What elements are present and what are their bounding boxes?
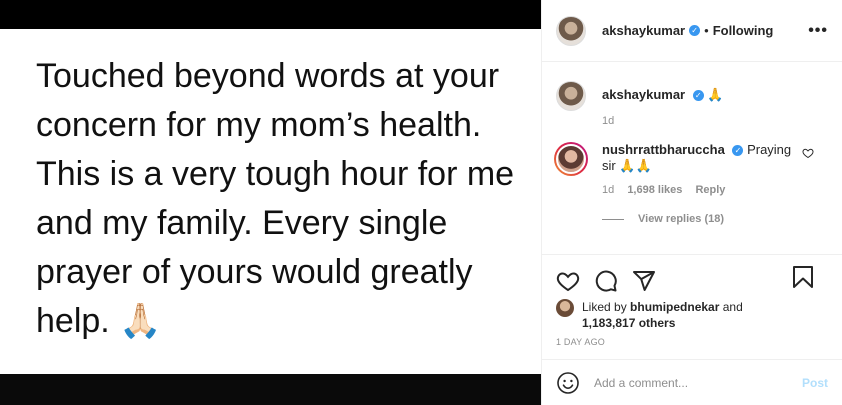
author-username[interactable]: akshaykumar <box>602 23 685 38</box>
caption-text: 🙏 <box>707 87 724 102</box>
likes-middle: and <box>722 300 743 314</box>
comment-row: nushrrattbharuccha ✓ Praying sir 🙏🙏 1d 1… <box>542 127 842 198</box>
view-replies-button[interactable]: View replies (18) <box>602 213 842 225</box>
verified-check-icon: ✓ <box>732 145 744 157</box>
post-media-bottom-strip <box>0 374 541 405</box>
comment-icon[interactable] <box>594 269 618 293</box>
post-media: Touched beyond words at your concern for… <box>0 0 541 405</box>
post-comment-button[interactable]: Post <box>802 376 828 390</box>
likes-summary: Liked by bhumipednekar and 1,183,817 oth… <box>542 297 842 331</box>
post-image-card: Touched beyond words at your concern for… <box>0 29 541 374</box>
likes-prefix: Liked by <box>582 300 627 314</box>
caption-username[interactable]: akshaykumar <box>602 87 685 102</box>
verified-check-icon: ✓ <box>692 90 704 102</box>
header-separator: • <box>704 23 709 38</box>
caption-avatar[interactable] <box>556 81 586 111</box>
caption-row: akshaykumar ✓ 🙏 1d <box>542 63 842 127</box>
liker-username[interactable]: bhumipednekar <box>630 300 719 314</box>
heart-icon[interactable] <box>556 269 580 293</box>
post-timestamp[interactable]: 1 DAY AGO <box>542 331 842 347</box>
comment-input[interactable] <box>594 375 794 390</box>
post-side-panel: akshaykumar ✓ • Following ••• akshaykuma… <box>541 0 842 405</box>
liker-avatar[interactable] <box>556 299 574 317</box>
caption-time[interactable]: 1d <box>602 115 724 127</box>
likes-others[interactable]: 1,183,817 others <box>582 316 675 330</box>
post-header: akshaykumar ✓ • Following ••• <box>542 0 842 62</box>
more-options-icon[interactable]: ••• <box>808 22 828 40</box>
commenter-avatar[interactable] <box>554 142 588 176</box>
comment-likes[interactable]: 1,698 likes <box>627 184 682 196</box>
view-replies-label[interactable]: View replies (18) <box>638 213 724 225</box>
comments-section[interactable]: akshaykumar ✓ 🙏 1d nushrrattbharuccha ✓ … <box>542 63 842 254</box>
verified-check-icon: ✓ <box>689 25 701 36</box>
add-comment-bar: Post <box>542 359 842 405</box>
post-image-text: Touched beyond words at your concern for… <box>36 57 515 340</box>
replies-divider <box>602 218 624 220</box>
emoji-icon[interactable] <box>556 371 580 395</box>
following-button[interactable]: Following <box>713 23 774 38</box>
bookmark-icon[interactable] <box>792 265 814 289</box>
comment-reply-button[interactable]: Reply <box>695 184 725 196</box>
share-icon[interactable] <box>632 269 656 293</box>
comment-like-heart-icon[interactable] <box>802 147 814 159</box>
author-avatar[interactable] <box>556 15 586 46</box>
comment-time[interactable]: 1d <box>602 184 614 196</box>
commenter-username[interactable]: nushrrattbharuccha <box>602 142 725 157</box>
post-actions: Liked by bhumipednekar and 1,183,817 oth… <box>542 254 842 372</box>
